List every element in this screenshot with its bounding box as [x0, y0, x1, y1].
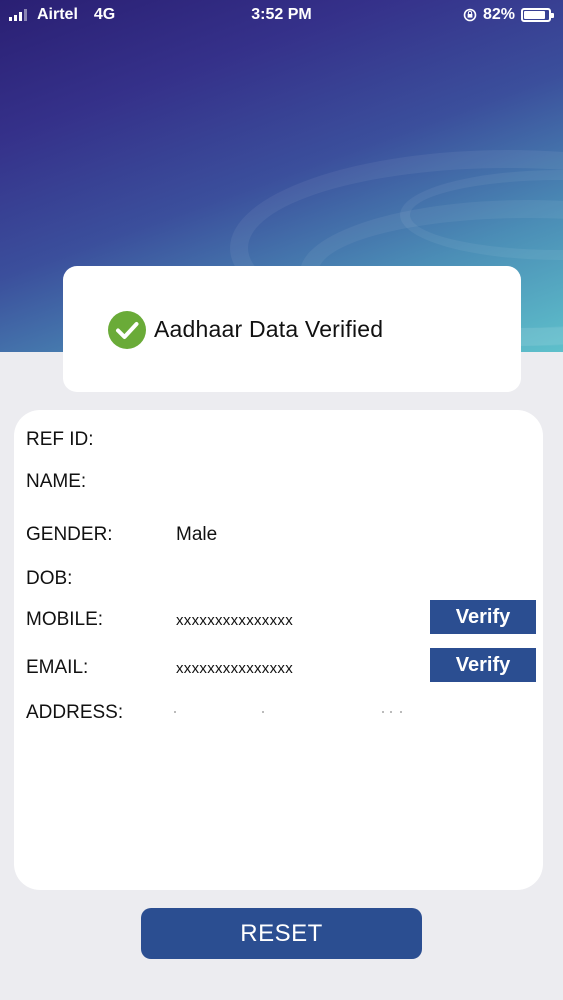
dob-label: DOB: — [26, 568, 73, 589]
name-row: NAME: — [26, 466, 531, 496]
mobile-value: xxxxxxxxxxxxxxx — [176, 612, 293, 629]
gender-value: Male — [176, 524, 218, 545]
check-circle-icon — [108, 311, 146, 349]
battery-icon — [521, 8, 554, 22]
status-bar: Airtel 4G 3:52 PM 82% — [0, 0, 563, 32]
mobile-row: MOBILE: xxxxxxxxxxxxxxx Verify — [26, 600, 536, 634]
email-row: EMAIL: xxxxxxxxxxxxxxx Verify — [26, 648, 536, 682]
reset-button[interactable]: RESET — [141, 908, 422, 959]
gender-label: GENDER: — [26, 524, 113, 545]
battery-percent: 82% — [482, 6, 515, 23]
details-card: REF ID: NAME: GENDER: Male DOB: MOBILE: … — [14, 410, 543, 890]
rotation-lock-icon — [463, 8, 477, 22]
verify-email-button[interactable]: Verify — [430, 648, 536, 682]
verification-card: Aadhaar Data Verified — [63, 266, 521, 392]
ref-id-row: REF ID: — [26, 424, 531, 454]
address-label: ADDRESS: — [26, 702, 124, 723]
address-row: ADDRESS: — [26, 697, 531, 727]
email-value: xxxxxxxxxxxxxxx — [176, 660, 293, 677]
mobile-label: MOBILE: — [26, 609, 104, 630]
ref-id-label: REF ID: — [26, 429, 94, 450]
verification-message: Aadhaar Data Verified — [154, 316, 384, 342]
verify-mobile-button[interactable]: Verify — [430, 600, 536, 634]
name-label: NAME: — [26, 471, 87, 492]
email-label: EMAIL: — [26, 657, 89, 678]
gender-row: GENDER: Male — [26, 519, 531, 549]
dob-row: DOB: — [26, 563, 531, 593]
